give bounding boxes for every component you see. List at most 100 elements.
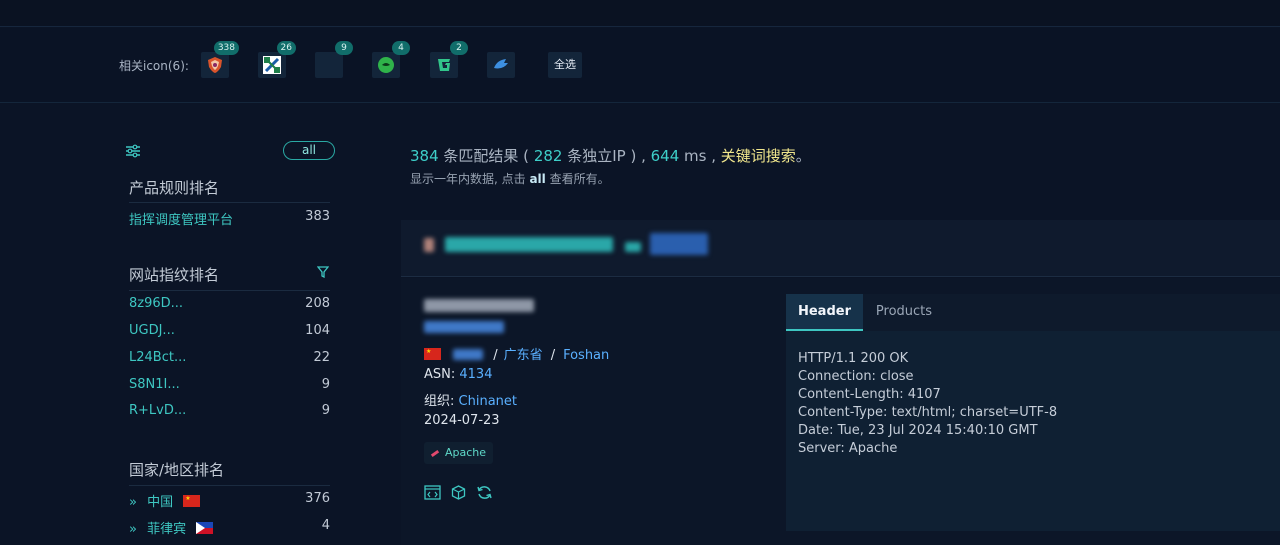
city-link[interactable]: Foshan	[563, 348, 609, 363]
keyword-search-link[interactable]: 关键词搜索	[721, 147, 796, 165]
fingerprint-item[interactable]: UGDJ... 104	[129, 321, 330, 341]
related-icon-g-logo[interactable]: 2	[430, 41, 468, 78]
icon-count-badge: 26	[276, 41, 296, 55]
china-flag-icon	[183, 495, 201, 507]
org-label: 组织:	[424, 394, 455, 409]
product-ranking-item[interactable]: 指挥调度管理平台 383	[129, 207, 330, 228]
related-icon-green-circle[interactable]: 4	[372, 41, 410, 78]
header-line: Connection: close	[798, 369, 914, 384]
select-all-button[interactable]: 全选	[548, 52, 582, 78]
china-flag-icon	[424, 348, 441, 360]
asn-label: ASN:	[424, 367, 456, 382]
green-circle-icon	[378, 57, 394, 73]
fingerprint-count: 104	[305, 323, 330, 338]
related-icon-blue-bird[interactable]	[487, 52, 515, 78]
fingerprint-label: 8z96D...	[129, 296, 184, 311]
asn-link[interactable]: 4134	[459, 367, 492, 382]
sliders-icon[interactable]	[126, 144, 140, 162]
header-line: Server: Apache	[798, 441, 898, 456]
divider	[129, 202, 330, 203]
redacted-ip-link[interactable]	[650, 233, 708, 255]
fingerprint-count: 208	[305, 296, 330, 311]
code-view-icon[interactable]	[424, 485, 441, 504]
subtext-post: 查看所有。	[545, 172, 610, 186]
tag-label: Apache	[445, 446, 487, 459]
query-time: 644	[650, 147, 680, 165]
refresh-icon[interactable]	[476, 485, 493, 504]
date-text: 2024-07-23	[424, 413, 500, 428]
fingerprint-item[interactable]: R+LvD... 9	[129, 401, 330, 421]
fingerprint-item[interactable]: L24Bct... 22	[129, 348, 330, 368]
country-count: 376	[305, 491, 330, 506]
location-sep: /	[493, 348, 498, 363]
apache-tag[interactable]: Apache	[424, 442, 494, 464]
sidebar: all 产品规则排名 指挥调度管理平台 383 网站指纹排名 8z96D... …	[120, 104, 340, 545]
related-icon-grid[interactable]: 26	[258, 41, 296, 78]
summary-text: 条匹配结果 (	[438, 147, 534, 165]
fingerprint-label: R+LvD...	[129, 403, 187, 418]
result-summary: 384 条匹配结果 ( 282 条独立IP ) , 644 ms , 关键词搜索…	[410, 145, 811, 166]
header-line: HTTP/1.1 200 OK	[798, 351, 909, 366]
related-icon-shield[interactable]: 338	[201, 41, 239, 78]
related-icons-label: 相关icon(6):	[119, 59, 189, 73]
icon-count-badge: 2	[450, 41, 468, 55]
tab-products[interactable]: Products	[863, 294, 945, 331]
philippines-flag-icon	[196, 522, 214, 534]
result-count: 384	[410, 147, 439, 165]
divider	[129, 290, 330, 291]
redacted-country[interactable]	[453, 349, 484, 360]
grid-logo-icon	[263, 56, 281, 74]
related-icon-blank[interactable]: 9	[315, 41, 353, 78]
cube-icon[interactable]	[451, 485, 466, 504]
blue-bird-icon	[494, 59, 508, 69]
icon-count-badge: 338	[213, 41, 239, 55]
fingerprint-item[interactable]: 8z96D... 208	[129, 294, 330, 314]
icon-count-badge: 9	[335, 41, 353, 55]
detail-tabs: Header Products	[786, 294, 1280, 331]
subtext-pre: 显示一年内数据, 点击	[410, 172, 530, 186]
product-count: 383	[305, 209, 330, 224]
summary-text: 。	[795, 147, 811, 165]
funnel-filter-icon[interactable]	[316, 266, 330, 282]
country-item[interactable]: » 菲律宾 4	[129, 516, 330, 537]
result-card-header	[401, 220, 1280, 277]
redacted-favicon	[424, 238, 434, 252]
top-bar	[0, 0, 1280, 27]
ip-count: 282	[533, 147, 563, 165]
header-line: Content-Type: text/html; charset=UTF-8	[798, 405, 1058, 420]
shield-icon	[208, 57, 222, 73]
redacted-separator	[625, 242, 641, 252]
related-icons-bar: 相关icon(6): 338 26 9 4 2 全选	[0, 28, 1280, 103]
product-label: 指挥调度管理平台	[129, 213, 234, 228]
redacted-ip[interactable]	[424, 321, 504, 333]
all-button[interactable]: all	[283, 141, 335, 160]
country-ranking-title: 国家/地区排名	[129, 461, 225, 479]
fingerprint-count: 9	[321, 403, 330, 418]
header-line: Content-Length: 4107	[798, 387, 941, 402]
chevron-right-icon: »	[129, 495, 137, 510]
asn-line: ASN: 4134	[424, 367, 492, 382]
fingerprint-label: L24Bct...	[129, 350, 187, 365]
fingerprint-item[interactable]: S8N1I... 9	[129, 375, 330, 395]
summary-subtext: 显示一年内数据, 点击 all 查看所有。	[410, 170, 610, 187]
fingerprint-label: UGDJ...	[129, 323, 175, 338]
fingerprint-count: 9	[321, 377, 330, 392]
country-item[interactable]: » 中国 376	[129, 489, 330, 510]
summary-text: 条独立IP ) ,	[562, 147, 651, 165]
tab-header[interactable]: Header	[786, 294, 863, 331]
fingerprint-label: S8N1I...	[129, 377, 180, 392]
show-all-link[interactable]: all	[529, 172, 545, 186]
location-line: / 广东省 / Foshan	[424, 344, 609, 363]
location-sep: /	[550, 348, 556, 363]
country-label: 中国	[147, 495, 174, 510]
org-link[interactable]: Chinanet	[459, 394, 517, 409]
redacted-host-link[interactable]	[445, 237, 613, 252]
summary-text: ms ,	[679, 147, 721, 165]
divider	[129, 485, 330, 486]
icon-count-badge: 4	[392, 41, 410, 55]
region-link[interactable]: 广东省	[504, 348, 543, 363]
product-ranking-title: 产品规则排名	[129, 179, 220, 197]
fingerprint-ranking-title: 网站指纹排名	[129, 266, 220, 284]
country-count: 4	[321, 518, 330, 533]
header-line: Date: Tue, 23 Jul 2024 15:40:10 GMT	[798, 423, 1038, 438]
